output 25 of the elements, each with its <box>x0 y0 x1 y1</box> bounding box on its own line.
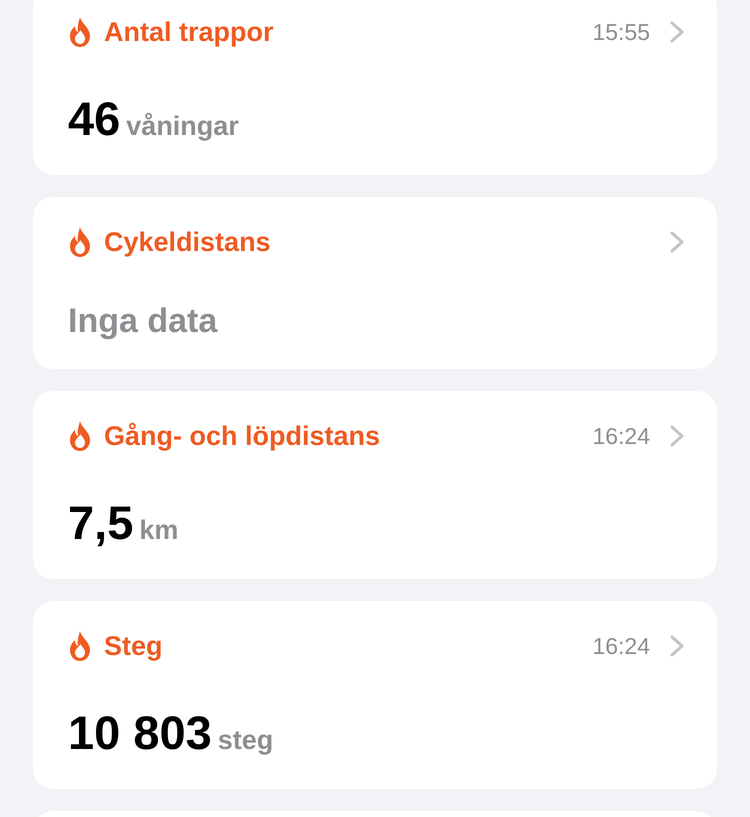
chevron-icon <box>670 21 684 43</box>
no-data-text: Inga data <box>68 301 218 341</box>
chevron-icon <box>670 231 684 253</box>
flame-icon <box>68 421 92 451</box>
metric-title: Antal trappor <box>104 16 275 48</box>
timestamp: 15:55 <box>592 18 650 46</box>
metric-title: Gång- och löpdistans <box>104 420 382 452</box>
chevron-icon <box>670 425 684 447</box>
metric-title: Steg <box>104 630 164 662</box>
metric-card[interactable]: Gång- och löpdistans 16:24 7,5 km <box>33 391 717 579</box>
flame-icon <box>68 227 92 257</box>
metric-unit: km <box>139 515 178 546</box>
chevron-icon <box>670 635 684 657</box>
metric-card[interactable]: Steg 16:24 10 803 steg <box>33 601 717 789</box>
timestamp: 16:24 <box>592 422 650 450</box>
metric-value: 10 803 <box>68 705 212 760</box>
metric-card[interactable]: Antal trappor 15:55 46 våningar <box>33 0 717 175</box>
metric-unit: våningar <box>126 111 239 142</box>
metric-value: 7,5 <box>68 495 134 550</box>
metric-unit: steg <box>218 725 274 756</box>
timestamp: 16:24 <box>592 632 650 660</box>
metric-value: 46 <box>68 91 120 146</box>
flame-icon <box>68 17 92 47</box>
flame-icon <box>68 631 92 661</box>
metric-title: Cykeldistans <box>104 226 272 258</box>
